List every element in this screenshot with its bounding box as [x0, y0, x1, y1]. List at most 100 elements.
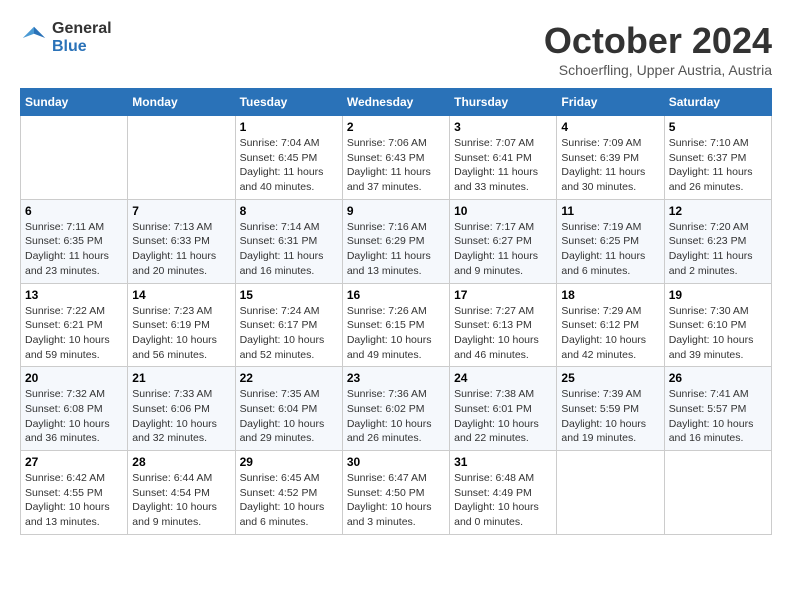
day-info: Sunrise: 7:20 AMSunset: 6:23 PMDaylight:… — [669, 220, 767, 279]
calendar-cell: 5Sunrise: 7:10 AMSunset: 6:37 PMDaylight… — [664, 116, 771, 200]
day-number: 26 — [669, 371, 767, 385]
day-number: 15 — [240, 288, 338, 302]
calendar-header-friday: Friday — [557, 89, 664, 116]
day-info: Sunrise: 7:41 AMSunset: 5:57 PMDaylight:… — [669, 387, 767, 446]
day-number: 30 — [347, 455, 445, 469]
calendar-week-3: 13Sunrise: 7:22 AMSunset: 6:21 PMDayligh… — [21, 283, 772, 367]
calendar-cell: 7 Sunrise: 7:13 AMSunset: 6:33 PMDaylight… — [128, 199, 235, 283]
calendar-table: SundayMondayTuesdayWednesdayThursdayFrid… — [20, 88, 772, 535]
logo-blue: Blue — [52, 38, 112, 56]
day-number: 13 — [25, 288, 123, 302]
calendar-cell: 18Sunrise: 7:29 AMSunset: 6:12 PMDayligh… — [557, 283, 664, 367]
calendar-cell: 20Sunrise: 7:32 AMSunset: 6:08 PMDayligh… — [21, 367, 128, 451]
day-info: Sunrise: 7:10 AMSunset: 6:37 PMDaylight:… — [669, 136, 767, 195]
day-number: 14 — [132, 288, 230, 302]
day-info: Sunrise: 6:42 AMSunset: 4:55 PMDaylight:… — [25, 471, 123, 530]
day-info: Sunrise: 7:11 AMSunset: 6:35 PMDaylight:… — [25, 220, 123, 279]
calendar-cell: 25Sunrise: 7:39 AMSunset: 5:59 PMDayligh… — [557, 367, 664, 451]
day-info: Sunrise: 7:07 AMSunset: 6:41 PMDaylight:… — [454, 136, 552, 195]
calendar-cell: 1Sunrise: 7:04 AMSunset: 6:45 PMDaylight… — [235, 116, 342, 200]
day-number: 6 — [25, 204, 123, 218]
day-number: 9 — [347, 204, 445, 218]
calendar-cell: 9 Sunrise: 7:16 AMSunset: 6:29 PMDaylight… — [342, 199, 449, 283]
title-block: October 2024 Schoerfling, Upper Austria,… — [544, 20, 772, 78]
month-title: October 2024 — [544, 20, 772, 62]
day-info: Sunrise: 7:24 AMSunset: 6:17 PMDaylight:… — [240, 304, 338, 363]
day-info: Sunrise: 7:38 AMSunset: 6:01 PMDaylight:… — [454, 387, 552, 446]
calendar-header-tuesday: Tuesday — [235, 89, 342, 116]
day-number: 25 — [561, 371, 659, 385]
day-info: Sunrise: 7:19 AMSunset: 6:25 PMDaylight:… — [561, 220, 659, 279]
day-info: Sunrise: 7:23 AMSunset: 6:19 PMDaylight:… — [132, 304, 230, 363]
day-info: Sunrise: 7:32 AMSunset: 6:08 PMDaylight:… — [25, 387, 123, 446]
day-info: Sunrise: 7:16 AMSunset: 6:29 PMDaylight:… — [347, 220, 445, 279]
calendar-cell: 11 Sunrise: 7:19 AMSunset: 6:25 PMDayligh… — [557, 199, 664, 283]
calendar-header-monday: Monday — [128, 89, 235, 116]
calendar-cell: 24 Sunrise: 7:38 AMSunset: 6:01 PMDayligh… — [450, 367, 557, 451]
calendar-cell — [21, 116, 128, 200]
day-number: 31 — [454, 455, 552, 469]
calendar-cell: 26 Sunrise: 7:41 AMSunset: 5:57 PMDayligh… — [664, 367, 771, 451]
day-info: Sunrise: 7:30 AMSunset: 6:10 PMDaylight:… — [669, 304, 767, 363]
calendar-header-sunday: Sunday — [21, 89, 128, 116]
calendar-cell: 30 Sunrise: 6:47 AMSunset: 4:50 PMDayligh… — [342, 451, 449, 535]
calendar-cell: 31Sunrise: 6:48 AMSunset: 4:49 PMDayligh… — [450, 451, 557, 535]
day-number: 22 — [240, 371, 338, 385]
day-number: 10 — [454, 204, 552, 218]
day-number: 17 — [454, 288, 552, 302]
day-info: Sunrise: 7:33 AMSunset: 6:06 PMDaylight:… — [132, 387, 230, 446]
calendar-cell — [557, 451, 664, 535]
day-number: 21 — [132, 371, 230, 385]
calendar-week-4: 20Sunrise: 7:32 AMSunset: 6:08 PMDayligh… — [21, 367, 772, 451]
day-number: 4 — [561, 120, 659, 134]
calendar-cell — [664, 451, 771, 535]
day-info: Sunrise: 6:47 AMSunset: 4:50 PMDaylight:… — [347, 471, 445, 530]
calendar-cell: 21 Sunrise: 7:33 AMSunset: 6:06 PMDayligh… — [128, 367, 235, 451]
calendar-cell: 23Sunrise: 7:36 AMSunset: 6:02 PMDayligh… — [342, 367, 449, 451]
day-number: 28 — [132, 455, 230, 469]
calendar-cell: 17 Sunrise: 7:27 AMSunset: 6:13 PMDayligh… — [450, 283, 557, 367]
location-subtitle: Schoerfling, Upper Austria, Austria — [544, 62, 772, 78]
calendar-cell: 6 Sunrise: 7:11 AMSunset: 6:35 PMDaylight… — [21, 199, 128, 283]
calendar-week-2: 6 Sunrise: 7:11 AMSunset: 6:35 PMDaylight… — [21, 199, 772, 283]
calendar-week-1: 1Sunrise: 7:04 AMSunset: 6:45 PMDaylight… — [21, 116, 772, 200]
calendar-header-saturday: Saturday — [664, 89, 771, 116]
day-info: Sunrise: 7:04 AMSunset: 6:45 PMDaylight:… — [240, 136, 338, 195]
calendar-cell — [128, 116, 235, 200]
day-info: Sunrise: 7:26 AMSunset: 6:15 PMDaylight:… — [347, 304, 445, 363]
logo-icon — [20, 24, 48, 52]
day-info: Sunrise: 6:44 AMSunset: 4:54 PMDaylight:… — [132, 471, 230, 530]
calendar-cell: 4 Sunrise: 7:09 AMSunset: 6:39 PMDaylight… — [557, 116, 664, 200]
calendar-cell: 8 Sunrise: 7:14 AMSunset: 6:31 PMDaylight… — [235, 199, 342, 283]
calendar-header-row: SundayMondayTuesdayWednesdayThursdayFrid… — [21, 89, 772, 116]
day-number: 18 — [561, 288, 659, 302]
calendar-cell: 10 Sunrise: 7:17 AMSunset: 6:27 PMDayligh… — [450, 199, 557, 283]
day-number: 8 — [240, 204, 338, 218]
day-info: Sunrise: 7:36 AMSunset: 6:02 PMDaylight:… — [347, 387, 445, 446]
calendar-cell: 22Sunrise: 7:35 AMSunset: 6:04 PMDayligh… — [235, 367, 342, 451]
day-number: 16 — [347, 288, 445, 302]
logo-general: General — [52, 20, 112, 38]
calendar-header-thursday: Thursday — [450, 89, 557, 116]
calendar-cell: 15 Sunrise: 7:24 AMSunset: 6:17 PMDayligh… — [235, 283, 342, 367]
calendar-cell: 13Sunrise: 7:22 AMSunset: 6:21 PMDayligh… — [21, 283, 128, 367]
calendar-cell: 2Sunrise: 7:06 AMSunset: 6:43 PMDaylight… — [342, 116, 449, 200]
day-number: 7 — [132, 204, 230, 218]
day-number: 24 — [454, 371, 552, 385]
day-info: Sunrise: 7:06 AMSunset: 6:43 PMDaylight:… — [347, 136, 445, 195]
calendar-cell: 29Sunrise: 6:45 AMSunset: 4:52 PMDayligh… — [235, 451, 342, 535]
day-info: Sunrise: 7:13 AMSunset: 6:33 PMDaylight:… — [132, 220, 230, 279]
day-info: Sunrise: 7:27 AMSunset: 6:13 PMDaylight:… — [454, 304, 552, 363]
day-number: 11 — [561, 204, 659, 218]
day-number: 27 — [25, 455, 123, 469]
logo: General Blue — [20, 20, 112, 55]
day-info: Sunrise: 7:09 AMSunset: 6:39 PMDaylight:… — [561, 136, 659, 195]
calendar-header-wednesday: Wednesday — [342, 89, 449, 116]
day-info: Sunrise: 6:45 AMSunset: 4:52 PMDaylight:… — [240, 471, 338, 530]
calendar-cell: 19Sunrise: 7:30 AMSunset: 6:10 PMDayligh… — [664, 283, 771, 367]
calendar-cell: 14 Sunrise: 7:23 AMSunset: 6:19 PMDayligh… — [128, 283, 235, 367]
day-info: Sunrise: 7:14 AMSunset: 6:31 PMDaylight:… — [240, 220, 338, 279]
calendar-cell: 16 Sunrise: 7:26 AMSunset: 6:15 PMDayligh… — [342, 283, 449, 367]
day-info: Sunrise: 7:17 AMSunset: 6:27 PMDaylight:… — [454, 220, 552, 279]
calendar-cell: 28 Sunrise: 6:44 AMSunset: 4:54 PMDayligh… — [128, 451, 235, 535]
